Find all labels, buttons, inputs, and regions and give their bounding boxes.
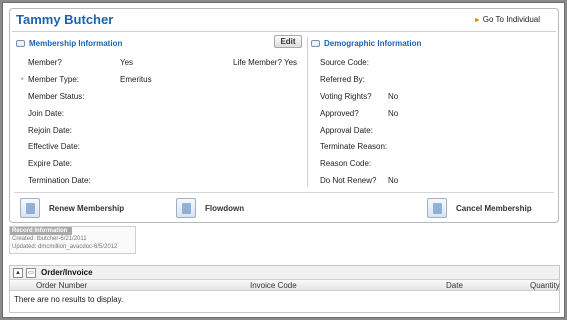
approved-label: Approved?	[320, 109, 359, 118]
expire-date-label: Expire Date:	[28, 159, 73, 168]
termination-date-label: Termination Date:	[28, 176, 91, 185]
rejoin-date-label: Rejoin Date:	[28, 126, 73, 135]
cancel-icon	[427, 198, 447, 218]
do-not-renew-value: No	[388, 176, 399, 185]
record-information: Record Information Created: tbutcher-6/2…	[9, 226, 136, 254]
arrow-right-icon: ►	[473, 17, 481, 24]
voting-rights-value: No	[388, 92, 399, 101]
referred-by-label: Referred By:	[320, 75, 365, 84]
approval-date-label: Approval Date:	[320, 126, 373, 135]
title-divider	[12, 31, 556, 32]
column-order-number[interactable]: Order Number	[36, 281, 87, 290]
record-created: Created: tbutcher-6/21/2011	[12, 236, 87, 242]
do-not-renew-label: Do Not Renew?	[320, 176, 377, 185]
window: Tammy Butcher ► Go To Individual Membersh…	[2, 2, 565, 318]
effective-date-label: Effective Date:	[28, 142, 80, 151]
renew-membership-button[interactable]: Renew Membership	[20, 198, 124, 218]
edit-button[interactable]: Edit	[274, 35, 302, 48]
column-divider	[307, 37, 308, 187]
renew-membership-label: Renew Membership	[49, 203, 125, 213]
join-date-label: Join Date:	[28, 109, 65, 118]
required-marker-icon: *	[21, 78, 24, 84]
go-to-individual-link[interactable]: ► Go To Individual	[474, 15, 540, 24]
cancel-membership-button[interactable]: Cancel Membership	[427, 198, 532, 218]
page-title: Tammy Butcher	[16, 12, 114, 27]
empty-results-message: There are no results to display.	[14, 295, 124, 304]
column-invoice-code[interactable]: Invoice Code	[250, 281, 297, 290]
order-invoice-title: Order/Invoice	[41, 268, 93, 277]
record-updated: Updated: dmcmillion_avacdoc-6/5/2012	[12, 244, 118, 250]
window-icon[interactable]: ▭	[26, 267, 36, 278]
order-table-header: Order Number Invoice Code Date Quantity	[10, 280, 560, 291]
renew-icon	[20, 198, 40, 218]
flowdown-icon	[176, 198, 196, 218]
reason-code-label: Reason Code:	[320, 159, 372, 168]
collapse-icon	[311, 40, 320, 47]
member-value: Yes	[120, 58, 134, 67]
column-date[interactable]: Date	[446, 281, 463, 290]
collapse-arrow-icon[interactable]: ▲	[13, 267, 23, 278]
flowdown-label: Flowdown	[205, 203, 245, 213]
demographic-info-heading-text: Demographic Information	[324, 39, 422, 48]
membership-info-heading-text: Membership Information	[29, 39, 123, 48]
actions-divider	[14, 192, 554, 193]
column-quantity[interactable]: Quantity	[530, 281, 560, 290]
demographic-info-heading[interactable]: Demographic Information	[311, 39, 421, 48]
member-type-label: Member Type:	[28, 75, 79, 84]
member-type-value: Emeritus	[120, 75, 152, 84]
terminate-reason-label: Terminate Reason:	[320, 142, 388, 151]
order-invoice-header: ▲ ▭ Order/Invoice	[10, 266, 559, 280]
voting-rights-label: Voting Rights?	[320, 92, 372, 101]
life-member-text: Life Member? Yes	[233, 58, 298, 67]
source-code-label: Source Code:	[320, 58, 369, 67]
approved-value: No	[388, 109, 399, 118]
record-information-title: Record Information	[10, 227, 72, 235]
cancel-membership-label: Cancel Membership	[456, 203, 532, 213]
member-status-label: Member Status:	[28, 92, 85, 101]
collapse-icon	[16, 40, 25, 47]
membership-info-heading[interactable]: Membership Information	[16, 39, 122, 48]
flowdown-button[interactable]: Flowdown	[176, 198, 244, 218]
go-to-individual-label: Go To Individual	[482, 15, 540, 24]
order-invoice-panel: ▲ ▭ Order/Invoice Order Number Invoice C…	[9, 265, 560, 313]
membership-card: Tammy Butcher ► Go To Individual Membersh…	[9, 8, 559, 223]
member-label: Member?	[28, 58, 62, 67]
